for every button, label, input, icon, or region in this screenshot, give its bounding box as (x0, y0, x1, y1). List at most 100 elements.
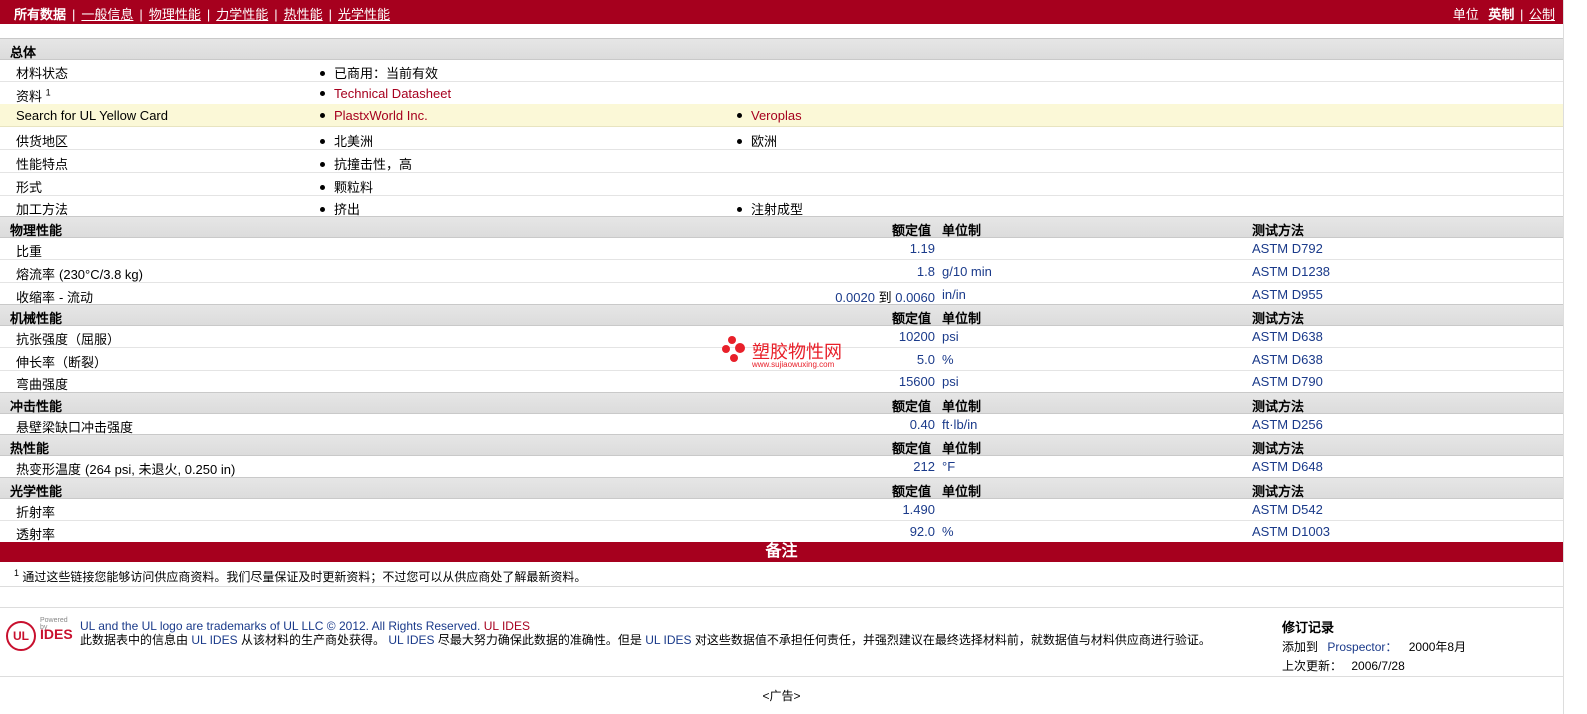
bullet-value: Technical Datasheet (320, 86, 451, 101)
range-to-word: 到 (878, 290, 892, 305)
row-documents: 资料 1 Technical Datasheet (0, 82, 1563, 105)
section-thermal-header: 热性能 额定值 单位制 测试方法 (0, 434, 1563, 456)
bullet-text: 已商用：当前有效 (334, 66, 439, 81)
veroplas-link[interactable]: Veroplas (751, 108, 802, 123)
ides-logo-text: IDES (40, 626, 73, 642)
trademark-line: UL and the UL logo are trademarks of UL … (80, 619, 530, 633)
bullet-icon (320, 162, 325, 168)
ul-ides-link[interactable]: UL IDES (484, 619, 530, 633)
test-method: ASTM D1238 (1252, 264, 1331, 279)
row-melt-flow: 熔流率 (230°C/3.8 kg) 1.8 g/10 min ASTM D123… (0, 260, 1563, 283)
watermark-url: www.sujiaowuxing.com (752, 360, 835, 369)
watermark-dot (722, 345, 730, 353)
section-optical-header: 光学性能 额定值 单位制 测试方法 (0, 477, 1563, 499)
unit-value: psi (942, 329, 959, 344)
row-label-text: 热变形温度 (16, 462, 82, 477)
nav-all-data[interactable]: 所有数据 (14, 7, 66, 22)
test-method: ASTM D955 (1252, 287, 1323, 302)
ul-ides-link[interactable]: UL IDES (388, 633, 434, 647)
units-label: 单位 (1452, 7, 1479, 22)
top-nav-bar: 所有数据 | 一般信息 | 物理性能 | 力学性能 | 热性能 | 光学性能 单位 英制 | 公制 (0, 0, 1563, 24)
bullet-icon (737, 207, 742, 213)
revision-history: 修订记录 添加到 Prospector： 2000年8月 上次更新： 2006/… (1282, 617, 1466, 674)
updated-label: 上次更新： (1282, 659, 1343, 673)
row-label: 热变形温度 (264 psi, 未退火, 0.250 in) (16, 459, 235, 478)
nav-optical[interactable]: 光学性能 (338, 7, 390, 22)
nominal-value: 10200 (898, 329, 935, 344)
row-supply-region: 供货地区 北美洲 欧洲 (0, 127, 1563, 150)
unit-value: °F (942, 459, 956, 474)
units-metric[interactable]: 公制 (1529, 7, 1555, 22)
notes-header: 备注 (0, 542, 1563, 562)
row-ul-yellow-card: Search for UL Yellow Card PlastxWorld In… (0, 104, 1563, 127)
row-label-text: 熔流率 (16, 267, 56, 282)
row-label: 折射率 (16, 505, 56, 520)
prospector-link[interactable]: Prospector： (1327, 640, 1397, 654)
bullet-icon (320, 139, 325, 145)
disclaimer-text: 从该材料的生产商处获得。 (240, 633, 385, 647)
row-refractive-index: 折射率 1.490 ASTM D542 (0, 498, 1563, 521)
row-label: 伸长率（断裂） (16, 355, 108, 370)
watermark-logo: 塑胶物性网 www.sujiaowuxing.com (722, 336, 862, 372)
bullet-icon (737, 113, 742, 119)
watermark-dot (728, 336, 736, 344)
ul-logo-icon: UL (6, 621, 36, 651)
bullet-text: 颗粒料 (334, 180, 374, 195)
row-label: 比重 (16, 244, 43, 259)
row-flexural-strength: 弯曲强度 15600 psi ASTM D790 (0, 370, 1563, 393)
bullet-icon (737, 139, 742, 145)
row-label: 透射率 (16, 527, 56, 542)
technical-datasheet-link[interactable]: Technical Datasheet (334, 86, 451, 101)
section-nav: 所有数据 | 一般信息 | 物理性能 | 力学性能 | 热性能 | 光学性能 (14, 7, 391, 22)
section-physical-header: 物理性能 额定值 单位制 测试方法 (0, 216, 1563, 238)
nominal-value: 1.19 (909, 241, 935, 256)
unit-value: psi (942, 374, 959, 389)
ul-ides-link[interactable]: UL IDES (191, 633, 237, 647)
bullet-text: 欧洲 (751, 134, 778, 149)
row-transmittance: 透射率 92.0 % ASTM D1003 (0, 520, 1563, 543)
bullet-value: 颗粒料 (320, 177, 373, 196)
row-features: 性能特点 抗撞击性，高 (0, 150, 1563, 173)
bullet-text: 抗撞击性，高 (334, 157, 413, 172)
unit-value: % (942, 352, 954, 367)
bullet-icon (320, 185, 325, 191)
row-label-text: 资料 (16, 89, 43, 104)
nav-general[interactable]: 一般信息 (81, 7, 133, 22)
watermark-dot (730, 354, 738, 362)
plastxworld-link[interactable]: PlastxWorld Inc. (334, 108, 428, 123)
units-english[interactable]: 英制 (1488, 7, 1514, 22)
nav-mechanical[interactable]: 力学性能 (216, 7, 268, 22)
trademark-text: UL and the UL logo are trademarks of UL … (80, 619, 481, 633)
ul-ides-link[interactable]: UL IDES (645, 633, 691, 647)
row-label-text: 收缩率 (16, 290, 56, 305)
row-label: Search for UL Yellow Card (16, 108, 168, 123)
range-from: 0.0020 (835, 290, 875, 305)
ad-label[interactable]: <广告> (0, 687, 1563, 704)
row-shrinkage: 收缩率 - 流动 0.0020 到 0.0060 in/in ASTM D955 (0, 283, 1563, 306)
test-method: ASTM D792 (1252, 241, 1323, 256)
nav-physical[interactable]: 物理性能 (149, 7, 201, 22)
row-label: 材料状态 (16, 66, 69, 81)
divider (0, 586, 1563, 587)
ul-ides-logo[interactable]: UL Powered by IDES (6, 617, 76, 657)
scrollbar[interactable] (1563, 0, 1587, 714)
bullet-value: 欧洲 (737, 131, 777, 150)
unit-switcher: 单位 英制 | 公制 (1452, 7, 1555, 22)
disclaimer-text: 尽最大努力确保此数据的准确性。但是 (437, 633, 642, 647)
row-label: 性能特点 (16, 157, 69, 172)
updated-date: 2006/7/28 (1351, 659, 1405, 673)
test-method: ASTM D542 (1252, 502, 1323, 517)
divider (0, 607, 1563, 608)
range-to: 0.0060 (895, 290, 935, 305)
disclaimer-text: 对这些数据值不承担任何责任，并强烈建议在最终选择材料前，就数据值与材料供应商进行… (694, 633, 1211, 647)
section-general-header: 总体 (0, 38, 1563, 60)
test-method: ASTM D790 (1252, 374, 1323, 389)
revision-added: 添加到 Prospector： 2000年8月 (1282, 638, 1466, 655)
nav-thermal[interactable]: 热性能 (284, 7, 323, 22)
revision-updated: 上次更新： 2006/7/28 (1282, 657, 1466, 674)
footnote-ref: 1 (45, 87, 51, 98)
row-form: 形式 颗粒料 (0, 173, 1563, 196)
row-condition: - 流动 (59, 290, 93, 305)
divider (0, 676, 1563, 677)
section-mechanical-header: 机械性能 额定值 单位制 测试方法 (0, 304, 1563, 326)
